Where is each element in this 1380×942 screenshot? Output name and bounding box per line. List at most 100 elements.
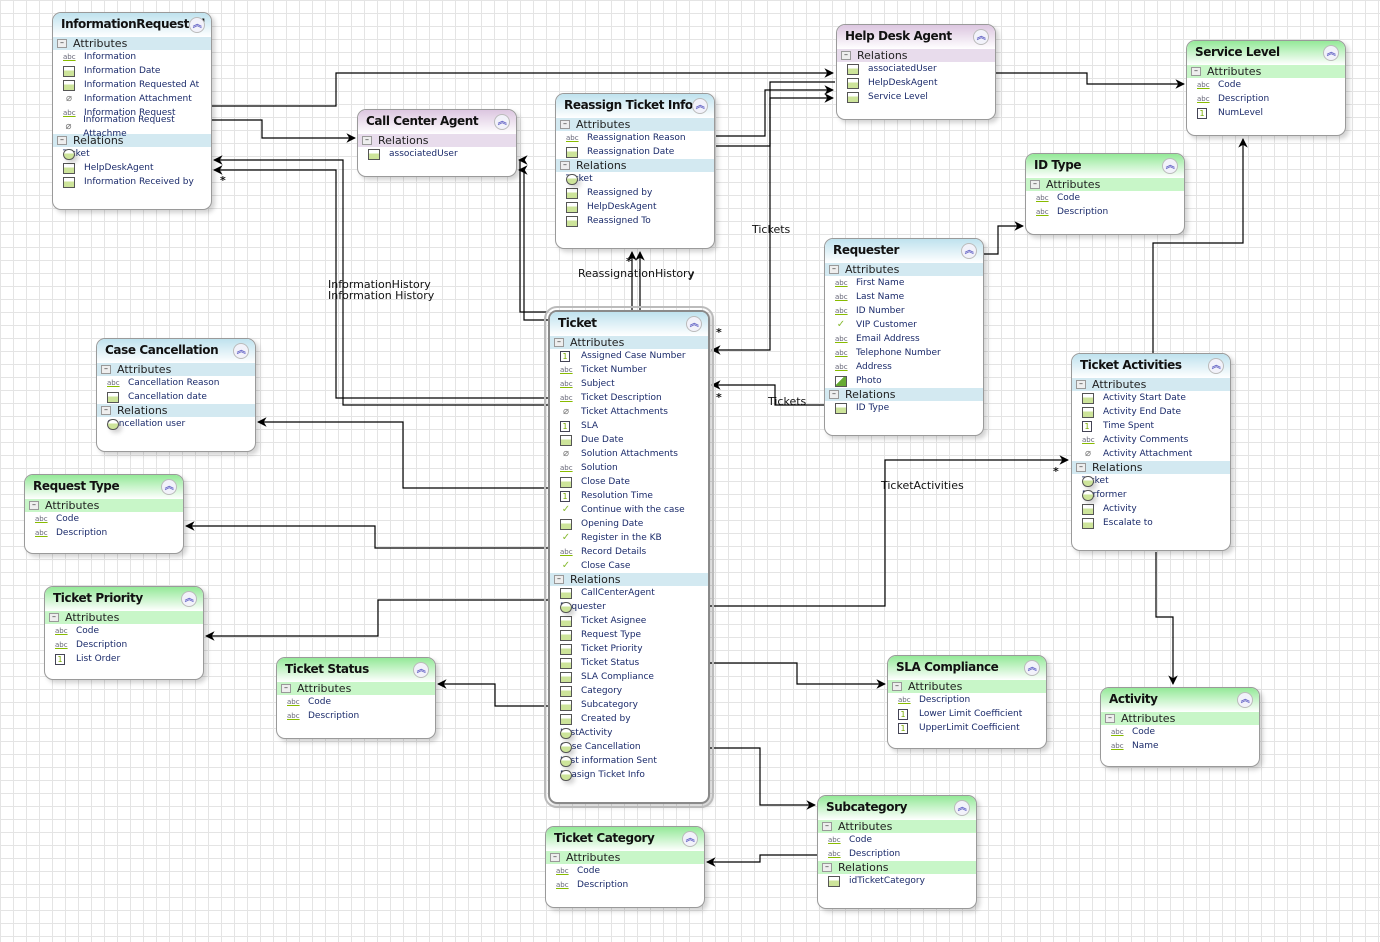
entity-header[interactable]: Ticket ︽ [550, 312, 708, 336]
entity-field[interactable]: Reassignation Date [556, 145, 714, 159]
minus-toggle-icon[interactable]: – [841, 51, 851, 60]
collapse-icon[interactable]: ︽ [692, 98, 708, 114]
entity-field[interactable]: abc Information [53, 50, 211, 64]
entity-id-type[interactable]: ID Type ︽ – Attributes abc Code abc Description [1025, 153, 1185, 235]
entity-field[interactable]: abc Record Details [550, 545, 708, 559]
entity-field[interactable]: Close Date [550, 475, 708, 489]
entity-field[interactable]: abc Code [45, 624, 203, 638]
minus-toggle-icon[interactable]: – [49, 613, 59, 622]
entity-field[interactable]: Case Cancellation [550, 740, 708, 754]
entity-field[interactable]: abc Code [818, 833, 976, 847]
entity-ticket-priority[interactable]: Ticket Priority ︽ – Attributes abc Code abc Des… [44, 586, 204, 680]
minus-toggle-icon[interactable]: – [892, 682, 902, 691]
entity-information-requested[interactable]: InformationRequested ︽ – Attributes abc Infor… [52, 12, 212, 210]
entity-field[interactable]: abc Description [818, 847, 976, 861]
entity-field[interactable]: abc Address [825, 360, 983, 374]
section-relations[interactable]: – Relations [837, 49, 995, 62]
entity-header[interactable]: Call Center Agent ︽ [358, 110, 516, 134]
entity-field[interactable]: abc Code [1187, 78, 1345, 92]
entity-field[interactable]: abc Solution [550, 461, 708, 475]
entity-field[interactable]: abc Code [277, 695, 435, 709]
entity-field[interactable]: 1 Resolution Time [550, 489, 708, 503]
entity-field[interactable]: HelpDeskAgent [556, 200, 714, 214]
entity-field[interactable]: abc Code [25, 512, 183, 526]
entity-field[interactable]: CallCenterAgent [550, 586, 708, 600]
entity-field[interactable]: Subcategory [550, 698, 708, 712]
section-attributes[interactable]: – Attributes [97, 363, 255, 376]
entity-field[interactable]: Activity Start Date [1072, 391, 1230, 405]
section-attributes[interactable]: – Attributes [550, 336, 708, 349]
collapse-icon[interactable]: ︽ [189, 17, 205, 33]
entity-field[interactable]: associatedUser [358, 147, 516, 161]
entity-field[interactable]: abc Reassignation Reason [556, 131, 714, 145]
entity-field[interactable]: HelpDeskAgent [53, 161, 211, 175]
section-attributes[interactable]: – Attributes [45, 611, 203, 624]
collapse-icon[interactable]: ︽ [181, 591, 197, 607]
minus-toggle-icon[interactable]: – [822, 863, 832, 872]
entity-field[interactable]: ⌀ Ticket Attachments [550, 405, 708, 419]
entity-field[interactable]: Ticket [1072, 474, 1230, 488]
entity-header[interactable]: SLA Compliance ︽ [888, 656, 1046, 680]
entity-field[interactable]: abc Code [1026, 191, 1184, 205]
entity-field[interactable]: 1 Assigned Case Number [550, 349, 708, 363]
entity-field[interactable]: Performer [1072, 488, 1230, 502]
entity-field[interactable]: Ticket Status [550, 656, 708, 670]
entity-field[interactable]: Ticket Asignee [550, 614, 708, 628]
entity-field[interactable]: 1 List Order [45, 652, 203, 666]
entity-header[interactable]: Ticket Activities ︽ [1072, 354, 1230, 378]
minus-toggle-icon[interactable]: – [57, 136, 67, 145]
entity-field[interactable]: Information Requested At [53, 78, 211, 92]
entity-field[interactable]: ⌀ Activity Attachment [1072, 447, 1230, 461]
entity-activity[interactable]: Activity ︽ – Attributes abc Code abc Name [1100, 687, 1260, 767]
entity-header[interactable]: Subcategory ︽ [818, 796, 976, 820]
entity-field[interactable]: HelpDeskAgent [837, 76, 995, 90]
section-relations[interactable]: – Relations [358, 134, 516, 147]
entity-field[interactable]: abc Code [1101, 725, 1259, 739]
entity-field[interactable]: abc Ticket Description [550, 391, 708, 405]
entity-field[interactable]: Information Received by [53, 175, 211, 189]
entity-ticket-activities[interactable]: Ticket Activities ︽ – Attributes Activity St… [1071, 353, 1231, 551]
entity-service-level[interactable]: Service Level ︽ – Attributes abc Code abc Descr… [1186, 40, 1346, 136]
collapse-icon[interactable]: ︽ [973, 29, 989, 45]
entity-request-type[interactable]: Request Type ︽ – Attributes abc Code abc Descri… [24, 474, 184, 554]
entity-field[interactable]: ✓ VIP Customer [825, 318, 983, 332]
section-relations[interactable]: – Relations [550, 573, 708, 586]
collapse-icon[interactable]: ︽ [954, 800, 970, 816]
entity-field[interactable]: abc Description [1187, 92, 1345, 106]
entity-requester[interactable]: Requester ︽ – Attributes abc First Name abc Las… [824, 238, 984, 436]
collapse-icon[interactable]: ︽ [1237, 692, 1253, 708]
entity-field[interactable]: ✓ Register in the KB [550, 531, 708, 545]
entity-field[interactable]: Reassigned To [556, 214, 714, 228]
section-attributes[interactable]: – Attributes [25, 499, 183, 512]
collapse-icon[interactable]: ︽ [961, 243, 977, 259]
entity-field[interactable]: Information Date [53, 64, 211, 78]
entity-field[interactable]: Activity [1072, 502, 1230, 516]
entity-field[interactable]: Service Level [837, 90, 995, 104]
section-attributes[interactable]: – Attributes [53, 37, 211, 50]
entity-field[interactable]: abc Last Name [825, 290, 983, 304]
collapse-icon[interactable]: ︽ [233, 343, 249, 359]
entity-header[interactable]: Help Desk Agent ︽ [837, 25, 995, 49]
minus-toggle-icon[interactable]: – [57, 39, 67, 48]
collapse-icon[interactable]: ︽ [413, 662, 429, 678]
minus-toggle-icon[interactable]: – [1191, 67, 1201, 76]
entity-header[interactable]: Request Type ︽ [25, 475, 183, 499]
section-attributes[interactable]: – Attributes [1026, 178, 1184, 191]
entity-subcategory[interactable]: Subcategory ︽ – Attributes abc Code abc Descrip… [817, 795, 977, 909]
entity-reassign-ticket-info[interactable]: Reassign Ticket Info ︽ – Attributes abc Reass… [555, 93, 715, 249]
entity-field[interactable]: Opening Date [550, 517, 708, 531]
entity-field[interactable]: abc Description [277, 709, 435, 723]
entity-field[interactable]: abc Description [45, 638, 203, 652]
collapse-icon[interactable]: ︽ [1323, 45, 1339, 61]
entity-field[interactable]: abc First Name [825, 276, 983, 290]
entity-header[interactable]: Service Level ︽ [1187, 41, 1345, 65]
entity-header[interactable]: Reassign Ticket Info ︽ [556, 94, 714, 118]
entity-header[interactable]: Ticket Status ︽ [277, 658, 435, 682]
minus-toggle-icon[interactable]: – [1076, 463, 1086, 472]
entity-field[interactable]: Activity End Date [1072, 405, 1230, 419]
entity-field[interactable]: Ticket Priority [550, 642, 708, 656]
entity-case-cancellation[interactable]: Case Cancellation ︽ – Attributes abc Cancella… [96, 338, 256, 452]
collapse-icon[interactable]: ︽ [686, 316, 702, 332]
entity-header[interactable]: ID Type ︽ [1026, 154, 1184, 178]
entity-field[interactable]: abc Cancellation Reason [97, 376, 255, 390]
